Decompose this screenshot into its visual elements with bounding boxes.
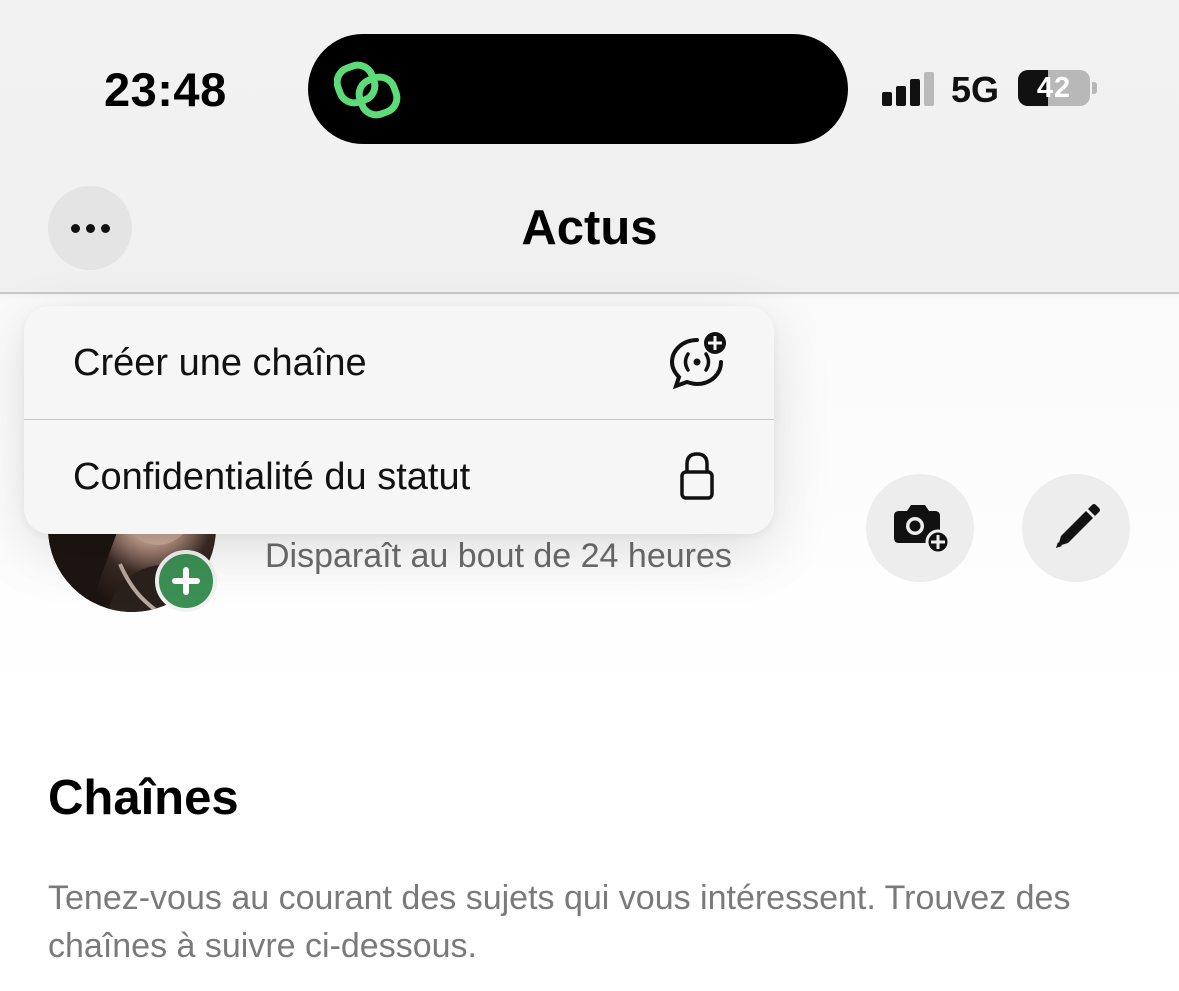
menu-item-label: Créer une chaîne: [73, 341, 367, 384]
camera-add-icon: [894, 505, 950, 554]
page-title: Actus: [521, 201, 658, 255]
status-time: 23:48: [104, 63, 227, 116]
pencil-icon: [1056, 504, 1100, 548]
camera-button[interactable]: [866, 474, 974, 582]
more-options-menu: Créer une chaîne Confidentialité du stat…: [24, 306, 774, 534]
menu-item-label: Confidentialité du statut: [73, 455, 471, 498]
add-status-button[interactable]: [155, 550, 217, 612]
nav-divider: [0, 292, 1179, 294]
plus-icon: [172, 567, 200, 595]
battery-level: 42: [1036, 72, 1072, 104]
app-screen: 23:48 5G 42 Actus Disparaît au bout de 2…: [0, 0, 1179, 991]
status-subtitle: Disparaît au bout de 24 heures: [265, 537, 732, 575]
link-rings-icon: [334, 61, 401, 119]
menu-item-status-privacy[interactable]: Confidentialité du statut: [24, 420, 774, 534]
dynamic-island[interactable]: [308, 34, 848, 144]
battery-icon: 42: [1018, 70, 1090, 106]
cellular-signal-icon: [882, 70, 940, 106]
channels-heading: Chaînes: [48, 771, 239, 825]
channel-add-icon: [669, 332, 726, 390]
battery-tip: [1092, 82, 1097, 94]
lock-icon: [680, 452, 714, 500]
channels-description: Tenez-vous au courant des sujets qui vou…: [48, 879, 1071, 965]
menu-item-create-channel[interactable]: Créer une chaîne: [24, 306, 774, 420]
network-type: 5G: [951, 69, 1000, 110]
edit-button[interactable]: [1022, 474, 1130, 582]
